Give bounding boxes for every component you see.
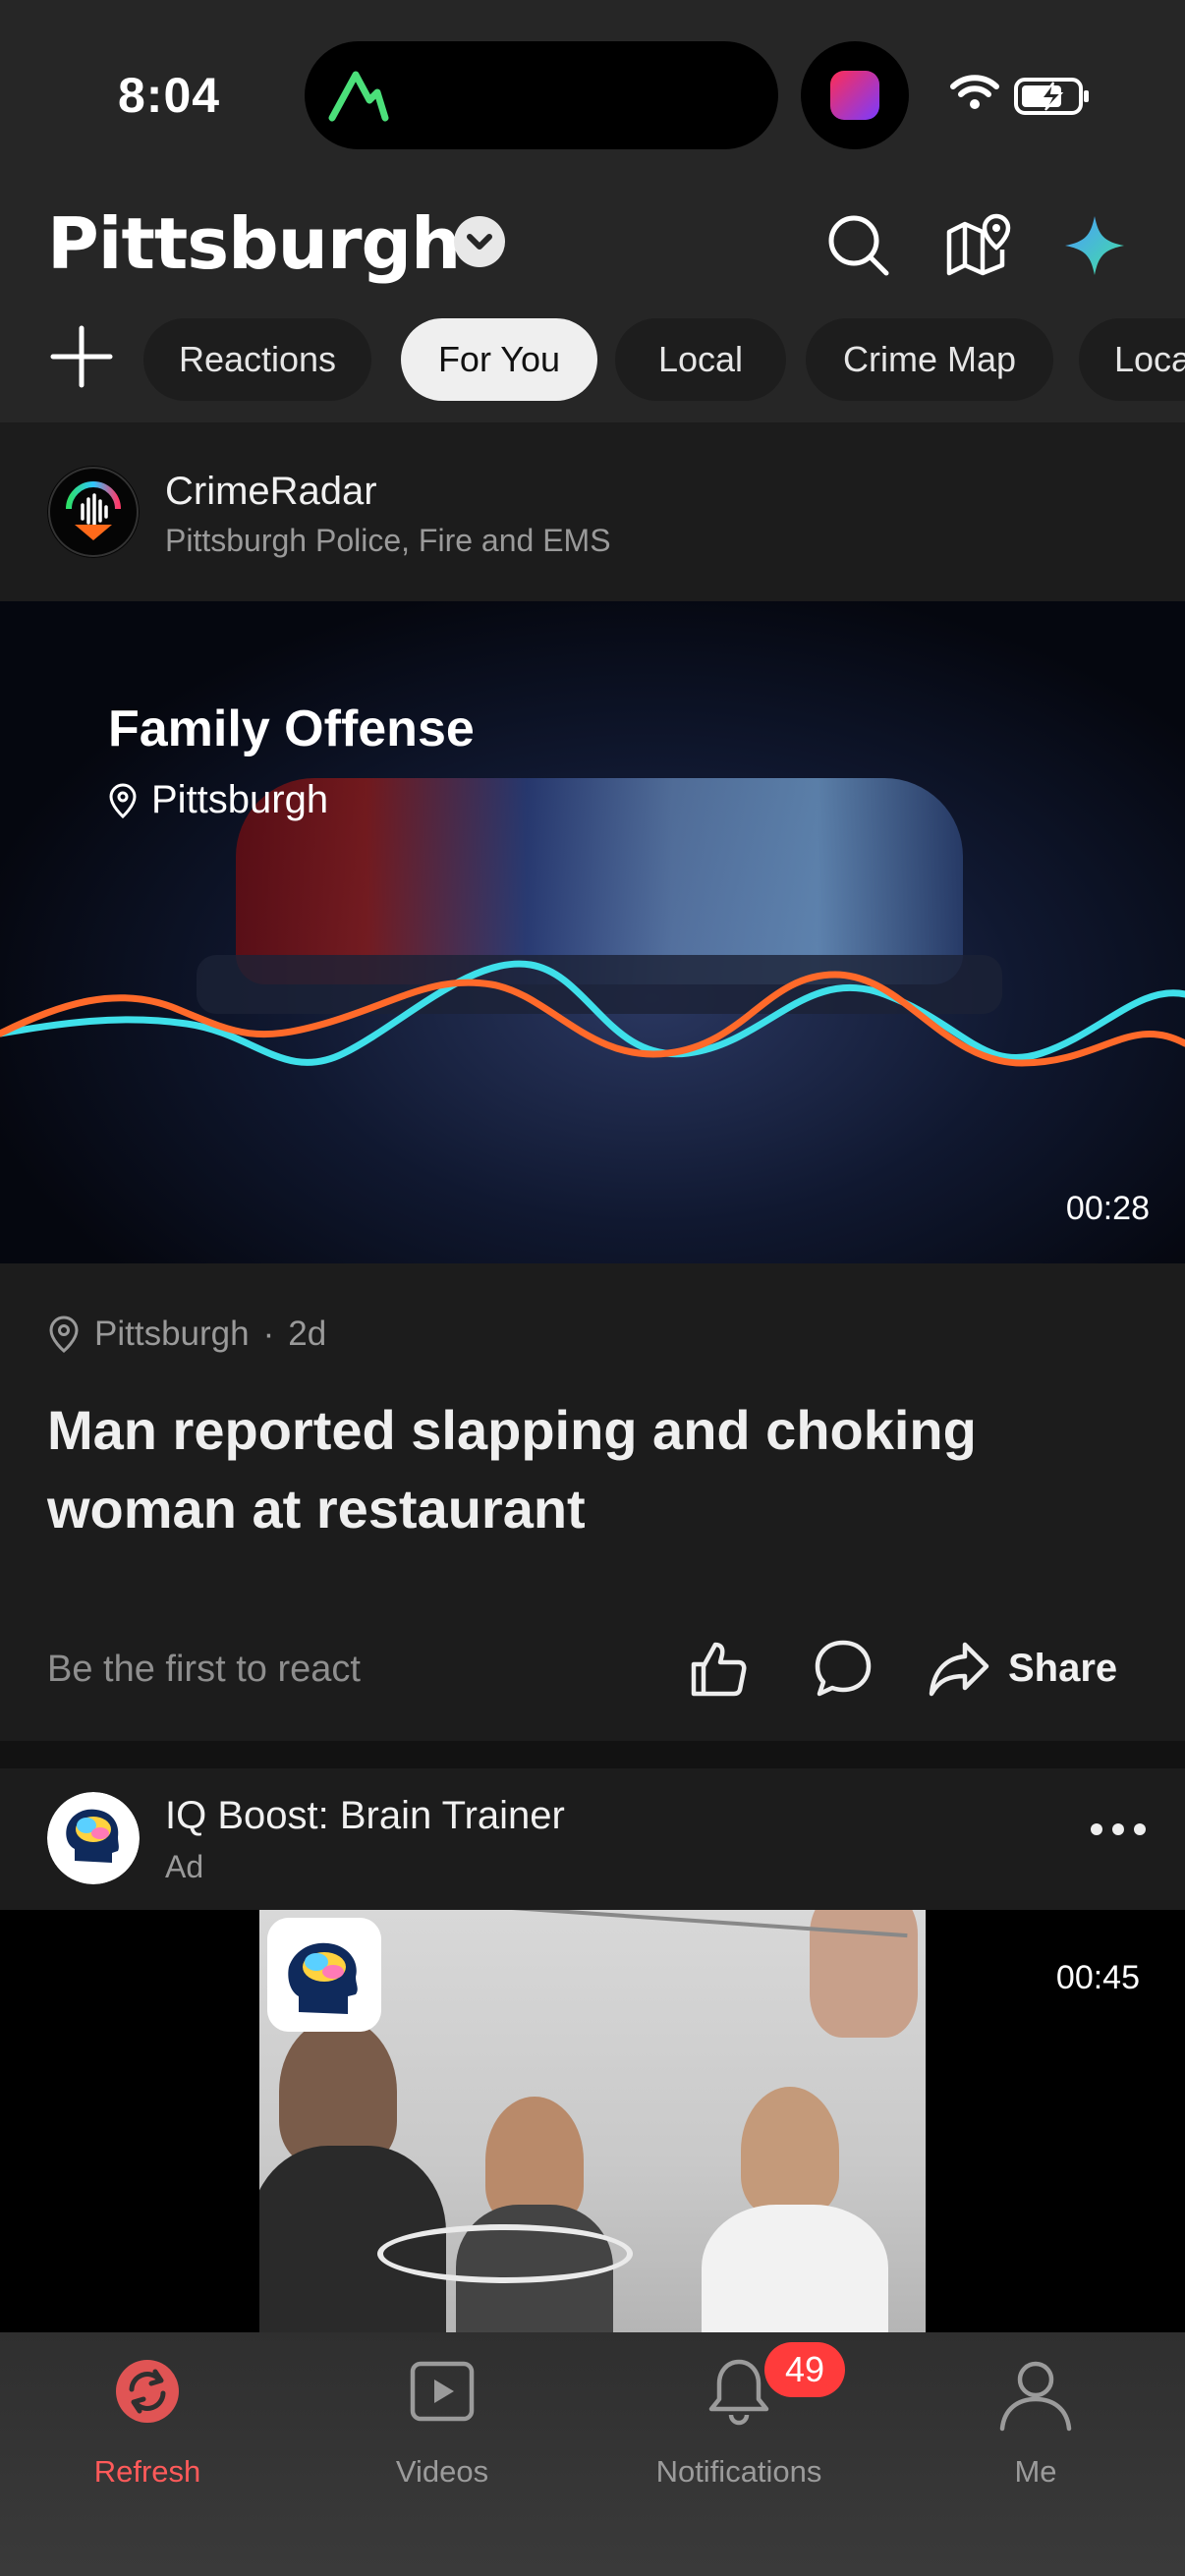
search-icon[interactable] (823, 210, 894, 281)
status-time: 8:04 (118, 68, 221, 123)
post-body[interactable]: Pittsburgh · 2d Man reported slapping an… (0, 1263, 1185, 1741)
video-icon (410, 2361, 475, 2422)
post-age: 2d (288, 1315, 327, 1353)
ad-video[interactable]: 00:45 (0, 1910, 1185, 2332)
nav-videos[interactable]: Videos (295, 2332, 590, 2529)
tab-local-2[interactable]: Local (1079, 318, 1185, 401)
nav-videos-label: Videos (395, 2454, 489, 2489)
tab-reactions[interactable]: Reactions (143, 318, 371, 401)
source-subtitle: Pittsburgh Police, Fire and EMS (165, 523, 611, 558)
ai-sparkle-icon[interactable] (1059, 210, 1130, 281)
notifications-badge: 49 (764, 2342, 845, 2397)
nav-me[interactable]: Me (888, 2332, 1183, 2529)
video-location: Pittsburgh (108, 778, 328, 822)
post-video[interactable]: Family Offense Pittsburgh 00:28 (0, 601, 1185, 1263)
mountain-logo-icon (328, 71, 389, 122)
ad-video-duration: 00:45 (1055, 1959, 1140, 1996)
ad-video-frame (259, 1910, 926, 2332)
add-tab-icon[interactable] (47, 322, 116, 391)
tab-for-you[interactable]: For You (401, 318, 597, 401)
share-button[interactable]: Share (1008, 1647, 1117, 1691)
chevron-down-icon[interactable] (454, 216, 505, 267)
bottom-nav: Refresh Videos Notifications Me (0, 2332, 1185, 2576)
crimeradar-avatar (47, 466, 140, 558)
iq-boost-app-icon (267, 1918, 381, 2032)
video-title: Family Offense (108, 700, 475, 757)
video-duration: 00:28 (1065, 1190, 1150, 1227)
post-meta: Pittsburgh · 2d (47, 1315, 326, 1354)
category-tabs: Reactions For You Local Crime Map Local (0, 314, 1185, 403)
ad-label: Ad (165, 1849, 204, 1884)
battery-icon (1014, 78, 1089, 115)
location-pin-icon (109, 782, 137, 818)
meta-separator: · (262, 1315, 275, 1353)
tab-crime-map[interactable]: Crime Map (806, 318, 1053, 401)
location-pin-icon (49, 1316, 79, 1353)
tab-local[interactable]: Local (615, 318, 786, 401)
react-prompt: Be the first to react (47, 1649, 361, 1690)
more-options-icon[interactable] (1091, 1823, 1146, 1835)
advertiser-name[interactable]: IQ Boost: Brain Trainer (165, 1794, 565, 1838)
dynamic-island (305, 41, 778, 149)
nav-me-label: Me (1014, 2454, 1057, 2489)
wifi-icon (950, 75, 999, 109)
city-title[interactable]: Pittsburgh (47, 202, 461, 285)
iq-boost-avatar (47, 1792, 140, 1884)
comment-icon[interactable] (812, 1637, 875, 1700)
source-name[interactable]: CrimeRadar (165, 470, 377, 514)
live-activity-icon (801, 41, 909, 149)
post-headline[interactable]: Man reported slapping and choking woman … (47, 1391, 1128, 1548)
share-icon[interactable] (926, 1637, 992, 1700)
post-source-header[interactable]: CrimeRadar Pittsburgh Police, Fire and E… (0, 422, 1185, 601)
person-icon (999, 2361, 1072, 2432)
nav-notifications-label: Notifications (655, 2454, 822, 2489)
status-bar: 8:04 (0, 0, 1185, 187)
thumbs-up-icon[interactable] (686, 1637, 749, 1700)
refresh-icon (116, 2360, 179, 2423)
video-location-text: Pittsburgh (151, 778, 329, 821)
ad-header[interactable]: IQ Boost: Brain Trainer Ad (0, 1768, 1185, 1910)
reaction-bar: Be the first to react Share (47, 1637, 1138, 1700)
map-pin-icon[interactable] (943, 210, 1014, 281)
app-header: Pittsburgh Reactions For You Local Crime… (0, 187, 1185, 422)
nav-refresh-label: Refresh (93, 2454, 201, 2489)
audio-waveform (0, 960, 1185, 1067)
nav-refresh[interactable]: Refresh (0, 2332, 295, 2529)
post-location[interactable]: Pittsburgh (94, 1315, 250, 1354)
